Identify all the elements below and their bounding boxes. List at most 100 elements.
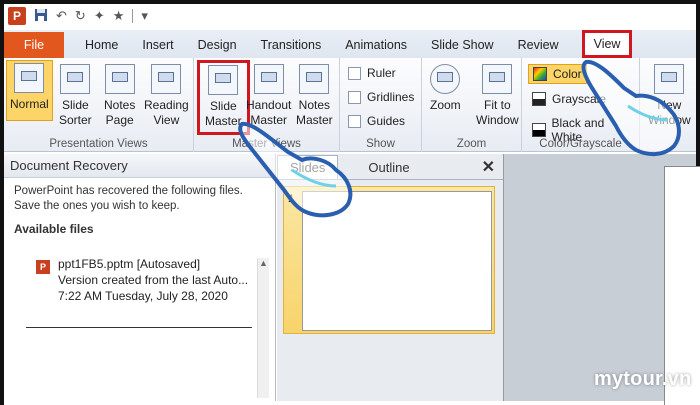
group-master-views: Slide Master Handout Master Notes Master…	[194, 58, 340, 152]
tab-animations[interactable]: Animations	[336, 32, 416, 58]
show-label: Show	[366, 138, 395, 150]
available-files-label: Available files	[14, 222, 94, 236]
ruler-label: Ruler	[367, 66, 396, 80]
zoom-button[interactable]: Zoom	[430, 64, 461, 113]
quick-access-toolbar: P ↶ ↻ ✦ ★ ▾	[4, 4, 696, 28]
slides-outline-tabs: Slides Outline ✕	[277, 154, 503, 180]
slide-master-icon	[208, 65, 239, 95]
tab-design[interactable]: Design	[189, 32, 246, 58]
powerpoint-app-icon[interactable]: P	[8, 7, 26, 25]
new-window-button[interactable]: New Window	[648, 64, 691, 128]
slide-master-label-2: Master	[205, 114, 242, 128]
save-icon[interactable]	[34, 8, 48, 25]
gridlines-checkbox-box	[348, 90, 361, 104]
fit-to-window-label-1: Fit to	[484, 98, 511, 112]
tab-insert[interactable]: Insert	[133, 32, 182, 58]
handout-master-button[interactable]: Handout Master	[246, 64, 291, 128]
reading-view-button[interactable]: Reading View	[144, 64, 189, 128]
group-show: Ruler Gridlines Guides Show	[340, 58, 422, 152]
recovery-message: PowerPoint has recovered the following f…	[14, 185, 243, 212]
redo-icon[interactable]: ↻	[75, 8, 86, 24]
tab-slide-show[interactable]: Slide Show	[422, 32, 503, 58]
slide-thumbnail-selected[interactable]: 1	[283, 186, 495, 334]
star-icon[interactable]: ★	[113, 8, 125, 24]
slide-sorter-button[interactable]: Slide Sorter	[59, 64, 92, 128]
slide-thumbnail[interactable]	[302, 191, 492, 331]
grayscale-swatch-icon	[532, 92, 546, 106]
slide-master-button[interactable]: Slide Master	[197, 60, 250, 135]
group-window: New Window	[640, 58, 696, 152]
presentation-views-label: Presentation Views	[49, 138, 148, 150]
grayscale-label: Grayscale	[552, 92, 607, 106]
grayscale-option[interactable]: Grayscale	[528, 90, 610, 108]
reading-view-label-1: Reading	[144, 98, 189, 112]
scroll-up-icon[interactable]: ▲	[258, 258, 269, 268]
tab-slides[interactable]: Slides	[277, 155, 339, 179]
zoom-group-label: Zoom	[456, 138, 487, 150]
black-white-swatch-icon	[532, 123, 546, 137]
ruler-checkbox[interactable]: Ruler	[348, 66, 396, 80]
watermark-logo: mytour.vn	[594, 368, 692, 390]
tab-review[interactable]: Review	[509, 32, 568, 58]
reading-view-label-2: View	[153, 113, 180, 127]
recovery-title: Document Recovery	[4, 154, 275, 178]
group-zoom: Zoom Fit to Window Zoom	[422, 58, 522, 152]
color-option[interactable]: Color	[528, 64, 587, 84]
normal-view-button[interactable]: Normal	[6, 60, 53, 121]
notes-page-button[interactable]: Notes Page	[104, 64, 135, 128]
new-window-label-2: Window	[648, 113, 691, 127]
group-presentation-views: Normal Slide Sorter Notes Page Reading V…	[4, 58, 194, 152]
gridlines-checkbox[interactable]: Gridlines	[348, 90, 414, 104]
notes-master-label-2: Master	[296, 113, 333, 127]
tab-file[interactable]: File	[4, 32, 64, 58]
notes-master-label-1: Notes	[298, 98, 331, 112]
recovered-file-name: ppt1FB5.pptm [Autosaved]	[58, 257, 201, 271]
slides-pane: Slides Outline ✕ 1	[277, 154, 503, 401]
recovered-file-item[interactable]: P ppt1FB5.pptm [Autosaved] Version creat…	[26, 256, 252, 328]
recovery-scrollbar[interactable]: ▲	[257, 258, 269, 398]
undo-icon[interactable]: ↶	[56, 8, 67, 24]
ribbon: Normal Slide Sorter Notes Page Reading V…	[4, 58, 696, 152]
slide-master-label-1: Slide	[210, 99, 237, 113]
slide-sorter-icon	[60, 64, 91, 94]
notes-page-icon	[104, 64, 135, 94]
fit-to-window-icon	[482, 64, 513, 94]
normal-label: Normal	[10, 97, 49, 111]
recovered-file-desc: Version created from the last Auto...	[58, 273, 249, 287]
new-window-label-1: New	[657, 98, 682, 112]
handout-master-label-1: Handout	[246, 98, 292, 112]
new-window-icon	[654, 64, 685, 94]
color-label: Color	[553, 67, 582, 81]
notes-master-button[interactable]: Notes Master	[296, 64, 333, 128]
group-color-grayscale: Color Grayscale Black and White Color/Gr…	[522, 58, 640, 152]
guides-checkbox[interactable]: Guides	[348, 114, 405, 128]
color-grayscale-label: Color/Grayscale	[539, 138, 622, 150]
slide-sorter-label-2: Sorter	[59, 113, 92, 127]
handout-master-label-2: Master	[250, 113, 288, 127]
pptm-file-icon: P	[36, 260, 50, 274]
close-icon[interactable]: ✕	[482, 157, 495, 177]
zoom-label: Zoom	[430, 98, 461, 112]
color-swatch-icon	[533, 67, 547, 81]
tab-home[interactable]: Home	[76, 32, 127, 58]
tab-view[interactable]: View	[581, 30, 633, 58]
fit-to-window-button[interactable]: Fit to Window	[476, 64, 519, 128]
handout-master-icon	[253, 64, 284, 94]
customize-icon[interactable]: ▾	[141, 8, 148, 24]
format-painter-icon[interactable]: ✦	[94, 8, 105, 24]
slide-editing-area	[503, 154, 700, 405]
tab-outline[interactable]: Outline	[356, 155, 421, 179]
guides-label: Guides	[367, 114, 406, 128]
fit-to-window-label-2: Window	[476, 113, 519, 127]
master-views-label: Master Views	[232, 138, 301, 150]
notes-master-icon	[299, 64, 330, 94]
tab-transitions[interactable]: Transitions	[252, 32, 331, 58]
notes-page-label-2: Page	[105, 113, 134, 127]
ribbon-tabs: File Home Insert Design Transitions Anim…	[4, 30, 696, 58]
ruler-checkbox-box	[348, 66, 361, 80]
recovered-file-time: 7:22 AM Tuesday, July 28, 2020	[58, 289, 228, 303]
reading-view-icon	[151, 64, 182, 94]
normal-view-icon	[14, 63, 45, 93]
notes-page-label-1: Notes	[104, 98, 136, 112]
guides-checkbox-box	[348, 114, 361, 128]
